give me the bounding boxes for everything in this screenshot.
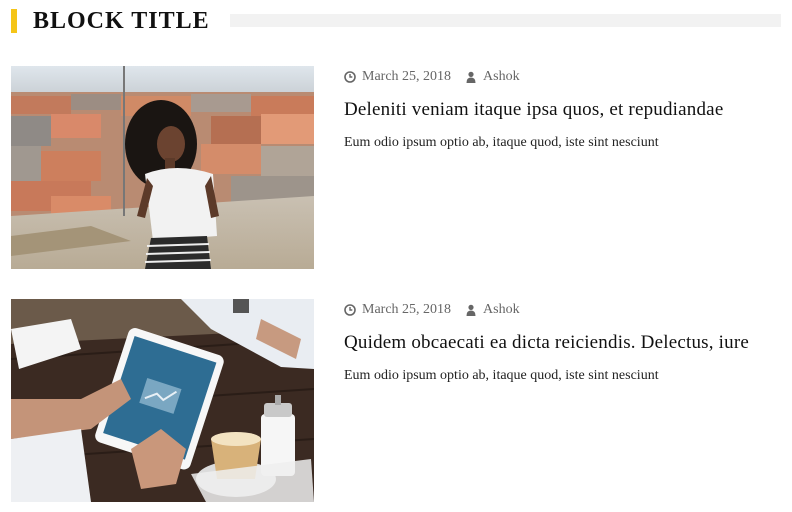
clock-icon — [344, 304, 356, 316]
post-item: March 25, 2018 Ashok Deleniti veniam ita… — [11, 66, 781, 269]
post-title-link[interactable]: Quidem obcaecati ea dicta reiciendis. De… — [344, 332, 749, 353]
clock-icon — [344, 71, 356, 83]
post-author-link[interactable]: Ashok — [483, 302, 520, 318]
post-date: March 25, 2018 — [362, 302, 452, 317]
post-meta: March 25, 2018 Ashok — [344, 68, 520, 86]
title-divider — [230, 14, 781, 27]
post-excerpt: Eum odio ipsum optio ab, itaque quod, is… — [344, 368, 659, 383]
user-icon — [465, 71, 477, 83]
post-meta: March 25, 2018 Ashok — [344, 301, 520, 319]
post-thumbnail[interactable] — [11, 299, 314, 502]
post-title: Quidem obcaecati ea dicta reiciendis. De… — [344, 331, 749, 355]
user-icon — [465, 304, 477, 316]
post-title: Deleniti veniam itaque ipsa quos, et rep… — [344, 98, 723, 122]
block-header: BLOCK TITLE — [11, 8, 781, 34]
block-title: BLOCK TITLE — [33, 8, 210, 34]
post-title-link[interactable]: Deleniti veniam itaque ipsa quos, et rep… — [344, 99, 723, 120]
woman-city-photo — [11, 66, 314, 269]
post-author-link[interactable]: Ashok — [483, 69, 520, 85]
post-item: March 25, 2018 Ashok Quidem obcaecati ea… — [11, 299, 781, 502]
post-date: March 25, 2018 — [362, 69, 452, 84]
post-thumbnail[interactable] — [11, 66, 314, 269]
tablet-coffee-photo — [11, 299, 314, 502]
post-excerpt: Eum odio ipsum optio ab, itaque quod, is… — [344, 135, 659, 150]
title-accent-bar — [11, 9, 17, 33]
